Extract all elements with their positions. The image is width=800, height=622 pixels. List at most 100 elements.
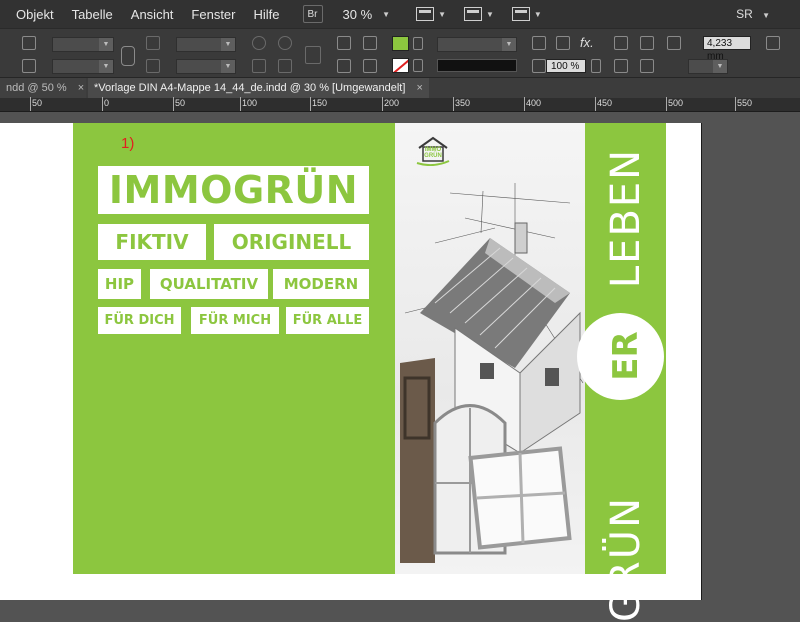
text-wrap-jump-icon[interactable] bbox=[640, 59, 654, 73]
row-height-field[interactable]: ▼ bbox=[52, 37, 114, 52]
chevron-down-icon: ▼ bbox=[438, 9, 446, 19]
zoom-dropdown[interactable]: 30 % ▼ bbox=[343, 7, 391, 22]
opacity-dropdown-icon[interactable] bbox=[591, 59, 601, 73]
headline-immogruen[interactable]: IMMOGRÜN bbox=[98, 166, 369, 214]
select-next-icon[interactable] bbox=[363, 59, 377, 73]
fill-swatch[interactable] bbox=[392, 36, 409, 51]
word-box[interactable]: ORIGINELL bbox=[214, 224, 369, 260]
text-wrap-bbox-icon[interactable] bbox=[640, 36, 654, 50]
chevron-down-icon: ▼ bbox=[486, 9, 494, 19]
menu-objekt[interactable]: Objekt bbox=[0, 7, 63, 22]
shear-angle-icon bbox=[146, 59, 160, 73]
vertical-text: LEBEN bbox=[602, 147, 649, 289]
stroke-swatch-none[interactable] bbox=[392, 58, 409, 73]
chevron-down-icon[interactable]: ▼ bbox=[221, 60, 235, 73]
ruler-label: 500 bbox=[668, 98, 684, 108]
drop-shadow-icon[interactable] bbox=[532, 36, 546, 50]
logo-text: IMMO GRÜN bbox=[417, 147, 449, 159]
annotation-number: 1) bbox=[121, 135, 135, 152]
menu-ansicht[interactable]: Ansicht bbox=[122, 7, 183, 22]
chevron-down-icon[interactable]: ▼ bbox=[713, 60, 727, 73]
ruler-tick bbox=[595, 97, 596, 111]
view-options-icon[interactable] bbox=[416, 7, 435, 21]
house-sketch-illustration bbox=[400, 183, 584, 563]
document-page[interactable]: 1) IMMOGRÜN FIKTIV ORIGINELL HIP QUALITA… bbox=[0, 123, 702, 622]
pasteboard[interactable]: 1) IMMOGRÜN FIKTIV ORIGINELL HIP QUALITA… bbox=[0, 113, 800, 622]
word-box[interactable]: HIP bbox=[98, 269, 141, 299]
ruler-label: 100 bbox=[242, 98, 258, 108]
chevron-down-icon[interactable]: ▼ bbox=[99, 38, 113, 51]
select-container-icon[interactable] bbox=[337, 36, 351, 50]
text-wrap-none-icon[interactable] bbox=[614, 36, 628, 50]
screen-mode-icon[interactable] bbox=[464, 7, 482, 21]
ruler-label: 50 bbox=[32, 98, 43, 108]
logo-line: GRÜN bbox=[424, 153, 442, 159]
chevron-down-icon[interactable]: ▼ bbox=[99, 60, 113, 73]
ruler-tick bbox=[735, 97, 736, 111]
fill-dropdown-icon[interactable] bbox=[413, 37, 423, 50]
tab-label: ndd @ 50 % bbox=[6, 82, 67, 94]
close-icon[interactable]: × bbox=[78, 82, 84, 94]
row-height-icon bbox=[22, 36, 36, 50]
fx-button[interactable]: fx. bbox=[580, 35, 594, 50]
frame-fitting-icon[interactable] bbox=[766, 36, 780, 50]
chevron-down-icon: ▼ bbox=[762, 11, 770, 20]
vertical-text: ER bbox=[605, 331, 646, 381]
chevron-down-icon[interactable]: ▼ bbox=[221, 38, 235, 51]
ruler-tick bbox=[524, 97, 525, 111]
rotate-cw-icon[interactable] bbox=[252, 36, 266, 50]
zoom-value: 30 % bbox=[342, 6, 373, 22]
word-box[interactable]: FÜR ALLE bbox=[286, 307, 369, 334]
rotate-ccw-icon[interactable] bbox=[278, 36, 292, 50]
word-box[interactable]: FIKTIV bbox=[98, 224, 206, 260]
ruler-label: 0 bbox=[104, 98, 110, 108]
menu-fenster[interactable]: Fenster bbox=[182, 7, 244, 22]
ruler-tick bbox=[453, 97, 454, 111]
menu-tabelle[interactable]: Tabelle bbox=[63, 7, 122, 22]
ruler-tick bbox=[666, 97, 667, 111]
link-icon[interactable] bbox=[121, 46, 135, 66]
horizontal-ruler[interactable]: 50 0 50 100 150 200 350 400 450 500 550 bbox=[0, 97, 800, 112]
word-box[interactable]: FÜR MICH bbox=[191, 307, 279, 334]
select-previous-icon[interactable] bbox=[337, 59, 351, 73]
close-icon[interactable]: × bbox=[416, 82, 422, 94]
vertical-text: GRÜN bbox=[602, 496, 649, 622]
stroke-type-field[interactable] bbox=[437, 59, 517, 72]
word-box[interactable]: QUALITATIV bbox=[150, 269, 268, 299]
stroke-weight-mm-field[interactable]: 4,233 mm bbox=[703, 36, 751, 62]
arrange-documents-icon[interactable] bbox=[511, 7, 530, 21]
chevron-down-icon[interactable]: ▼ bbox=[502, 38, 516, 51]
word-box[interactable]: FÜR DICH bbox=[98, 307, 181, 334]
text-wrap-shape-icon[interactable] bbox=[614, 59, 628, 73]
tab-document-1[interactable]: ndd @ 50 % × bbox=[0, 78, 86, 98]
effects-icon[interactable] bbox=[556, 36, 570, 50]
word-box[interactable]: MODERN bbox=[273, 269, 369, 299]
control-panel: ▼ ▼ ▼ ▼ ▼ fx. 100 % 4,233 mm ▼ bbox=[0, 28, 800, 78]
workspace-switcher[interactable]: SR ▼ bbox=[736, 7, 770, 21]
menu-hilfe[interactable]: Hilfe bbox=[245, 7, 289, 22]
ruler-tick bbox=[310, 97, 311, 111]
flip-horizontal-icon[interactable] bbox=[252, 59, 266, 73]
stroke-dropdown-icon[interactable] bbox=[413, 59, 423, 72]
ruler-tick bbox=[30, 97, 31, 111]
ruler-label: 400 bbox=[526, 98, 542, 108]
column-width-field[interactable]: ▼ bbox=[52, 59, 114, 74]
flip-vertical-icon[interactable] bbox=[278, 59, 292, 73]
reference-point-icon[interactable] bbox=[305, 46, 321, 64]
house-sketch-image[interactable] bbox=[395, 123, 585, 574]
shear-field[interactable]: ▼ bbox=[176, 59, 236, 74]
opacity-icon bbox=[532, 59, 546, 73]
green-panel-left[interactable]: 1) IMMOGRÜN FIKTIV ORIGINELL HIP QUALITA… bbox=[73, 123, 395, 574]
ruler-tick bbox=[382, 97, 383, 111]
stroke-weight-field[interactable]: ▼ bbox=[437, 37, 517, 52]
ruler-label: 550 bbox=[737, 98, 753, 108]
tab-document-2[interactable]: *Vorlage DIN A4-Mappe 14_44_de.indd @ 30… bbox=[88, 78, 429, 98]
opacity-field[interactable]: 100 % bbox=[546, 59, 586, 73]
tab-label: *Vorlage DIN A4-Mappe 14_44_de.indd @ 30… bbox=[94, 82, 406, 94]
corner-options-field[interactable]: ▼ bbox=[688, 59, 728, 74]
chevron-down-icon: ▼ bbox=[533, 9, 542, 19]
ruler-tick bbox=[102, 97, 103, 111]
bridge-button[interactable]: Br bbox=[302, 5, 323, 23]
rotation-field[interactable]: ▼ bbox=[176, 37, 236, 52]
select-content-icon[interactable] bbox=[363, 36, 377, 50]
